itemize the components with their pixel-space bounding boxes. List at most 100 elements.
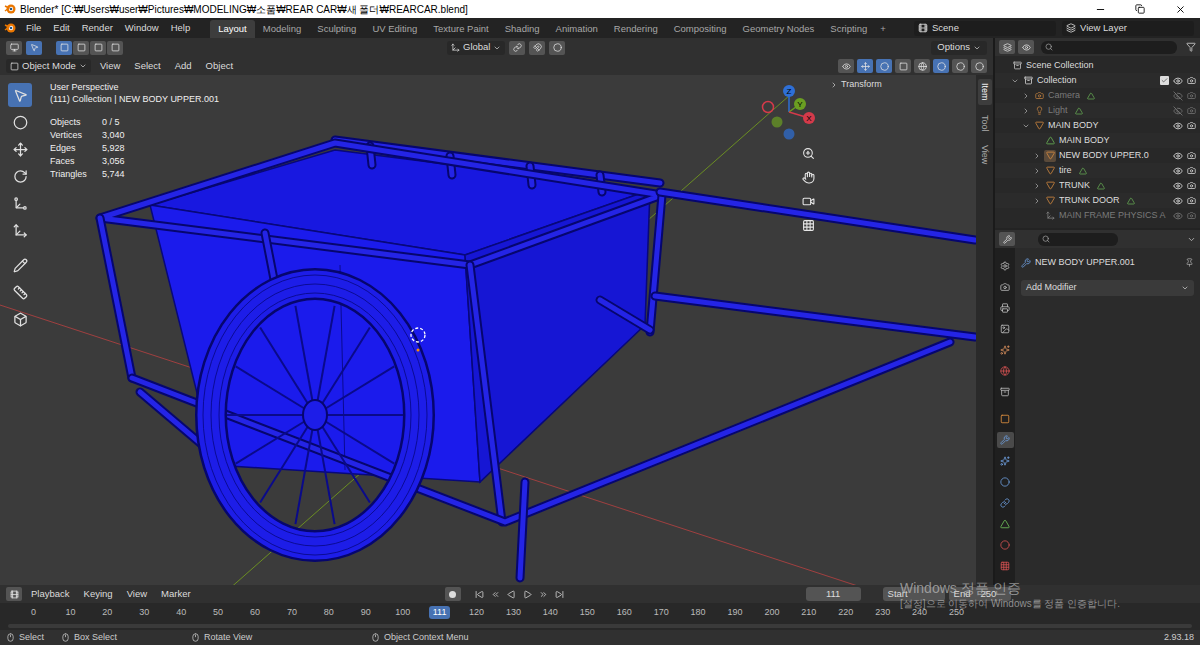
- expand-icon[interactable]: [1033, 197, 1041, 205]
- properties-tab[interactable]: [997, 300, 1014, 316]
- tool-button[interactable]: [8, 218, 32, 242]
- timeline-editor-button[interactable]: [6, 587, 22, 601]
- snap-button[interactable]: [529, 41, 545, 55]
- tool-button[interactable]: [8, 137, 32, 161]
- select-subtract-button[interactable]: [90, 41, 106, 55]
- render-visibility-icon[interactable]: [1187, 196, 1196, 205]
- properties-tab[interactable]: [997, 474, 1014, 490]
- render-visibility-icon[interactable]: [1187, 106, 1196, 115]
- sidebar-tab[interactable]: Item: [978, 79, 992, 105]
- viewport-menu-item[interactable]: View: [95, 59, 125, 73]
- properties-tab[interactable]: [997, 495, 1014, 511]
- render-visibility-icon[interactable]: [1187, 151, 1196, 160]
- visibility-icon[interactable]: [1173, 196, 1183, 206]
- render-visibility-icon[interactable]: [1187, 76, 1196, 85]
- properties-tab[interactable]: [997, 453, 1014, 469]
- transport-button[interactable]: [505, 587, 519, 601]
- workspace-tab[interactable]: Animation: [548, 20, 606, 38]
- workspace-tab[interactable]: Sculpting: [309, 20, 364, 38]
- expand-icon[interactable]: [1033, 152, 1041, 160]
- workspace-tab[interactable]: UV Editing: [364, 20, 425, 38]
- hidden-icon[interactable]: [1173, 106, 1183, 116]
- transport-button[interactable]: [553, 587, 567, 601]
- outliner-row[interactable]: tire: [995, 163, 1200, 178]
- transform-panel-header[interactable]: Transform: [830, 78, 882, 92]
- nav-button[interactable]: [800, 217, 816, 233]
- tool-button[interactable]: [8, 280, 32, 304]
- render-visibility-icon[interactable]: [1187, 121, 1196, 130]
- properties-editor-button[interactable]: [999, 232, 1015, 246]
- transport-button[interactable]: [521, 587, 535, 601]
- outliner-row[interactable]: MAIN BODY: [995, 118, 1200, 133]
- end-frame-field[interactable]: End250: [949, 587, 1011, 601]
- properties-tab[interactable]: [997, 363, 1014, 379]
- render-visibility-icon[interactable]: [1187, 181, 1196, 190]
- render-visibility-icon[interactable]: [1187, 91, 1196, 100]
- tool-button[interactable]: [8, 253, 32, 277]
- nav-button[interactable]: [800, 145, 816, 161]
- overlays-button[interactable]: [876, 59, 892, 73]
- 3d-viewport[interactable]: User Perspective(111) Collection | NEW B…: [0, 75, 976, 585]
- workspace-tab[interactable]: Layout: [210, 20, 255, 38]
- viewport-menu-item[interactable]: Add: [170, 59, 197, 73]
- solid-shading-button[interactable]: [933, 59, 949, 73]
- outliner-row[interactable]: MAIN FRAME PHYSICS A: [995, 208, 1200, 223]
- visibility-icon[interactable]: [1173, 121, 1183, 131]
- tool-button[interactable]: [8, 110, 32, 134]
- expand-icon[interactable]: [1011, 77, 1019, 85]
- visibility-icon[interactable]: [1173, 166, 1183, 176]
- workspace-tab[interactable]: Compositing: [666, 20, 735, 38]
- timeline-menu-item[interactable]: Playback: [26, 587, 75, 601]
- expand-icon[interactable]: [1022, 92, 1030, 100]
- transport-button[interactable]: [537, 587, 551, 601]
- hidden-icon[interactable]: [1173, 91, 1183, 101]
- tool-button[interactable]: [26, 41, 42, 55]
- expand-icon[interactable]: [1022, 107, 1030, 115]
- outliner-row[interactable]: TRUNK DOOR: [995, 193, 1200, 208]
- xray-button[interactable]: [895, 59, 911, 73]
- add-workspace-button[interactable]: +: [875, 20, 891, 38]
- properties-tab[interactable]: [997, 258, 1014, 274]
- viewport-menu-item[interactable]: Object: [201, 59, 238, 73]
- outliner-editor-button[interactable]: [999, 40, 1015, 54]
- workspace-tab[interactable]: Scripting: [822, 20, 875, 38]
- options-dropdown[interactable]: Options: [931, 41, 987, 55]
- minimize-button[interactable]: [1080, 0, 1120, 18]
- workspace-tab[interactable]: Rendering: [606, 20, 666, 38]
- outliner-row[interactable]: MAIN BODY: [995, 133, 1200, 148]
- expand-icon[interactable]: [1033, 167, 1041, 175]
- nav-button[interactable]: [800, 193, 816, 209]
- z-axis-handle[interactable]: Z: [783, 85, 795, 97]
- visibility-icon[interactable]: [1173, 76, 1183, 86]
- menu-item[interactable]: Edit: [47, 21, 75, 35]
- outliner-row[interactable]: NEW BODY UPPER.0: [995, 148, 1200, 163]
- select-new-button[interactable]: [56, 41, 72, 55]
- properties-tab[interactable]: [997, 321, 1014, 337]
- outliner-row[interactable]: Collection: [995, 73, 1200, 88]
- timeline-menu-item[interactable]: Keying: [79, 587, 118, 601]
- properties-search[interactable]: [1038, 233, 1118, 246]
- render-visibility-icon[interactable]: [1187, 166, 1196, 175]
- properties-tab[interactable]: [997, 516, 1014, 532]
- pin-icon[interactable]: [1185, 258, 1194, 267]
- display-mode-button[interactable]: [1018, 40, 1034, 54]
- proportional-button[interactable]: [549, 41, 565, 55]
- workspace-tab[interactable]: Texture Paint: [425, 20, 496, 38]
- select-extend-button[interactable]: [73, 41, 89, 55]
- render-visibility-icon[interactable]: [1187, 211, 1196, 220]
- expand-icon[interactable]: [1033, 182, 1041, 190]
- workspace-tab[interactable]: Modeling: [255, 20, 310, 38]
- properties-tab[interactable]: [997, 537, 1014, 553]
- tool-button[interactable]: [8, 83, 32, 107]
- navigation-gizmo[interactable]: ZYX: [758, 81, 820, 143]
- add-modifier-dropdown[interactable]: Add Modifier: [1021, 280, 1194, 296]
- properties-tab[interactable]: [997, 432, 1014, 448]
- scene-selector[interactable]: Scene: [914, 21, 1056, 36]
- outliner-search[interactable]: [1041, 41, 1177, 54]
- menu-item[interactable]: File: [20, 21, 47, 35]
- outliner-row[interactable]: Light: [995, 103, 1200, 118]
- restore-button[interactable]: [1120, 0, 1160, 18]
- properties-tab[interactable]: [997, 342, 1014, 358]
- record-button[interactable]: [445, 587, 461, 601]
- visibility-icon[interactable]: [1173, 211, 1183, 221]
